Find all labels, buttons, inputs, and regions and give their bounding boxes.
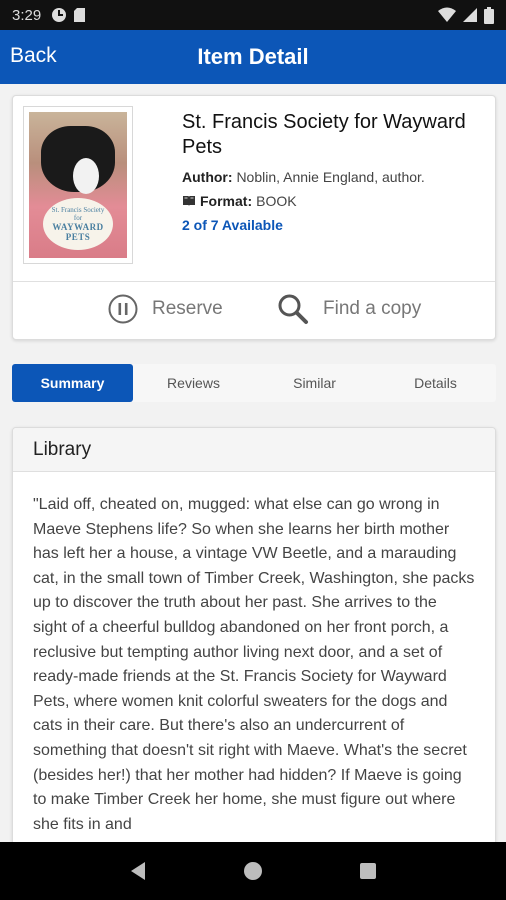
- system-nav-bar: [0, 842, 506, 900]
- book-icon: [183, 196, 195, 206]
- tab-details[interactable]: Details: [375, 364, 496, 402]
- summary-header: Library: [13, 428, 495, 472]
- summary-text: "Laid off, cheated on, mugged: what else…: [33, 496, 475, 833]
- book-cover[interactable]: St. Francis Society for WAYWARD PETS: [23, 106, 133, 264]
- card-divider: [13, 281, 495, 282]
- signal-icon: [463, 8, 477, 22]
- notification-icon: [52, 8, 67, 22]
- battery-icon: [484, 6, 494, 24]
- format-value: BOOK: [256, 193, 297, 209]
- author-label: Author:: [182, 169, 233, 185]
- reserve-label: Reserve: [152, 298, 223, 319]
- item-card: St. Francis Society for WAYWARD PETS St.…: [12, 95, 496, 340]
- summary-card: Library "Laid off, cheated on, mugged: w…: [12, 427, 496, 842]
- nav-home-icon[interactable]: [242, 860, 264, 882]
- status-left-icons: [51, 7, 86, 23]
- status-time: 3:29: [12, 6, 42, 24]
- cover-dog-image: [41, 126, 115, 194]
- content: St. Francis Society for WAYWARD PETS St.…: [0, 84, 506, 842]
- tab-summary[interactable]: Summary: [12, 364, 133, 402]
- search-icon: [278, 294, 308, 324]
- availability-link[interactable]: 2 of 7 Available: [182, 217, 283, 233]
- nav-back-icon[interactable]: [127, 860, 149, 882]
- cover-art: St. Francis Society for WAYWARD PETS: [29, 112, 127, 258]
- status-right-icons: [438, 6, 494, 24]
- wifi-icon: [438, 7, 456, 22]
- author-value: Noblin, Annie England, author.: [236, 169, 425, 185]
- cover-title-badge: St. Francis Society for WAYWARD PETS: [43, 198, 113, 250]
- sd-card-icon: [74, 8, 86, 22]
- pause-circle-icon: [108, 294, 138, 324]
- status-bar: 3:29: [0, 0, 506, 30]
- detail-tabs: Summary Reviews Similar Details: [12, 364, 496, 402]
- item-title: St. Francis Society for Wayward Pets: [182, 111, 466, 158]
- tab-similar[interactable]: Similar: [254, 364, 375, 402]
- page-title: Item Detail: [197, 44, 309, 69]
- author-line: Author: Noblin, Annie England, author.: [182, 169, 425, 185]
- reserve-button[interactable]: Reserve: [108, 292, 223, 326]
- app-bar: Back Item Detail: [0, 30, 506, 84]
- nav-recents-icon[interactable]: [357, 860, 379, 882]
- tab-reviews[interactable]: Reviews: [133, 364, 254, 402]
- format-label: Format:: [200, 193, 253, 209]
- find-copy-button[interactable]: Find a copy: [277, 292, 421, 326]
- format-line: Format: BOOK: [182, 193, 297, 209]
- back-button[interactable]: Back: [10, 44, 57, 68]
- find-copy-label: Find a copy: [323, 298, 422, 319]
